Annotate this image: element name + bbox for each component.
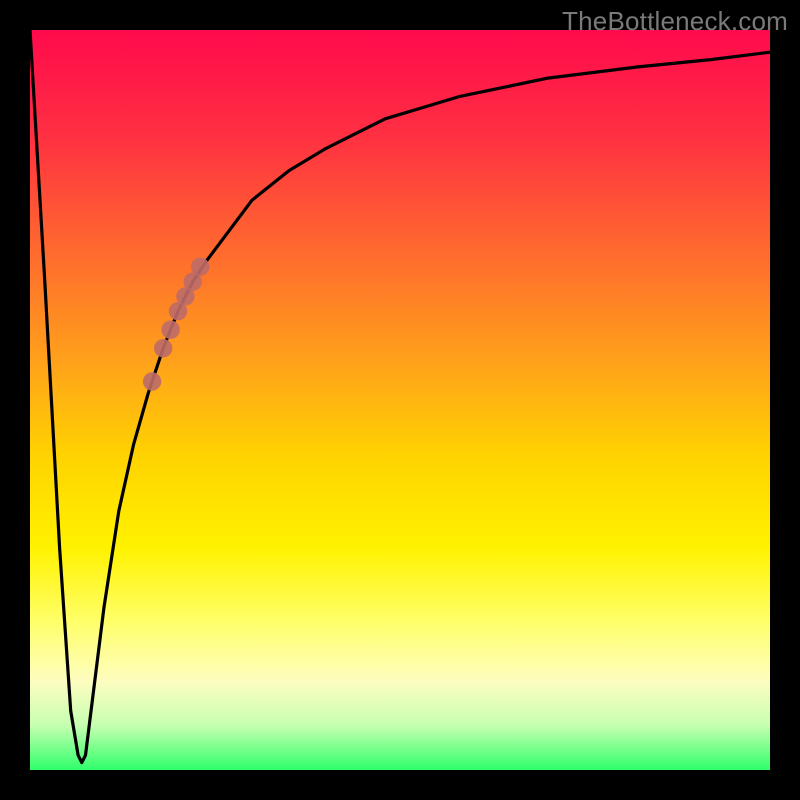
chart-svg (30, 30, 770, 770)
plot-area (30, 30, 770, 770)
highlight-markers (143, 258, 210, 391)
chart-container: TheBottleneck.com (0, 0, 800, 800)
watermark-text: TheBottleneck.com (562, 6, 788, 37)
bottleneck-curve (30, 30, 770, 763)
